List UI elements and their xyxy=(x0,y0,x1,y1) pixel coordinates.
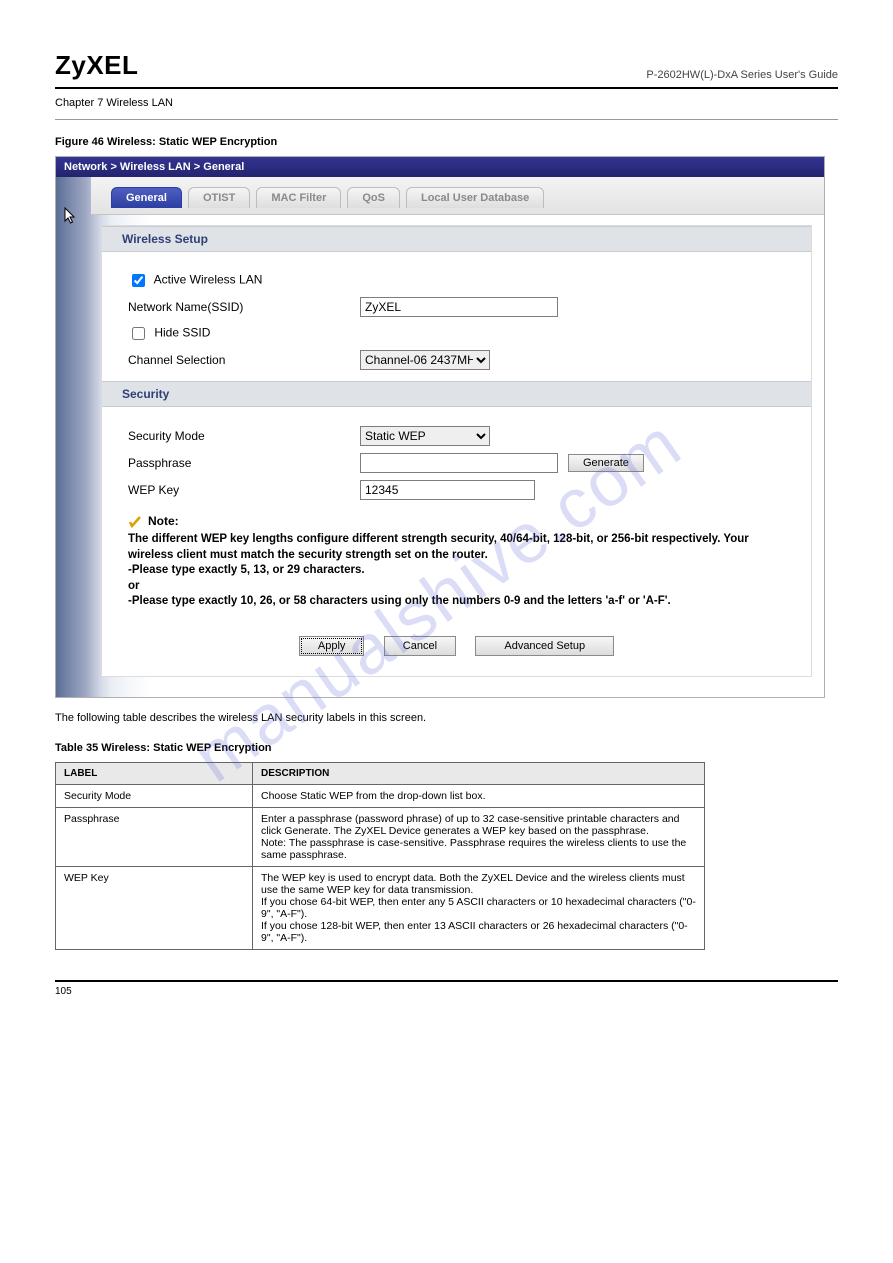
advanced-setup-button[interactable]: Advanced Setup xyxy=(475,636,614,656)
hide-ssid-checkbox[interactable] xyxy=(132,327,145,340)
breadcrumb-bar: Network > Wireless LAN > General xyxy=(56,157,824,177)
breadcrumb-text: Network > Wireless LAN > General xyxy=(64,161,244,173)
note-body-3: -Please type exactly 10, 26, or 58 chara… xyxy=(128,594,785,610)
active-wlan-label: Active Wireless LAN xyxy=(154,273,263,287)
table-row: Security Mode Choose Static WEP from the… xyxy=(56,784,705,807)
note-label: Note: xyxy=(148,514,179,528)
cell-label: WEP Key xyxy=(56,866,253,949)
tab-bar: General OTIST MAC Filter QoS Local User … xyxy=(91,177,824,215)
apply-button[interactable]: Apply xyxy=(299,636,365,656)
tab-local-user-db[interactable]: Local User Database xyxy=(406,187,544,208)
security-mode-label: Security Mode xyxy=(128,429,360,443)
cell-label: Passphrase xyxy=(56,807,253,866)
security-mode-select[interactable]: Static WEP xyxy=(360,426,490,446)
section-security: Security xyxy=(102,381,811,407)
channel-select[interactable]: Channel-06 2437MHz xyxy=(360,350,490,370)
tab-qos[interactable]: QoS xyxy=(347,187,400,208)
table-row: WEP Key The WEP key is used to encrypt d… xyxy=(56,866,705,949)
cell-desc: The WEP key is used to encrypt data. Bot… xyxy=(253,866,705,949)
wep-key-input[interactable] xyxy=(360,480,535,500)
th-label: LABEL xyxy=(56,762,253,784)
logo: ZyXEL xyxy=(55,50,138,81)
generate-button[interactable]: Generate xyxy=(568,454,644,472)
page-number: 105 xyxy=(55,986,72,997)
note-body-1: The different WEP key lengths configure … xyxy=(128,532,785,563)
cursor-icon xyxy=(64,207,78,228)
router-ui-panel: Network > Wireless LAN > General General… xyxy=(55,156,825,698)
page-header: ZyXEL P-2602HW(L)-DxA Series User's Guid… xyxy=(55,50,838,89)
table-row: Passphrase Enter a passphrase (password … xyxy=(56,807,705,866)
tab-general[interactable]: General xyxy=(111,187,182,208)
note-or: or xyxy=(128,579,785,595)
tab-mac-filter[interactable]: MAC Filter xyxy=(256,187,341,208)
cell-desc: Enter a passphrase (password phrase) of … xyxy=(253,807,705,866)
ssid-input[interactable] xyxy=(360,297,558,317)
cell-label: Security Mode xyxy=(56,784,253,807)
button-row: Apply Cancel Advanced Setup xyxy=(128,636,785,656)
tab-otist[interactable]: OTIST xyxy=(188,187,250,208)
wep-key-label: WEP Key xyxy=(128,483,360,497)
note-icon xyxy=(128,514,142,528)
page-footer: 105 xyxy=(55,980,838,997)
note-body-2: -Please type exactly 5, 13, or 29 charac… xyxy=(128,563,785,579)
cell-desc: Choose Static WEP from the drop-down lis… xyxy=(253,784,705,807)
header-right: P-2602HW(L)-DxA Series User's Guide xyxy=(646,69,838,81)
figure-caption: Figure 46 Wireless: Static WEP Encryptio… xyxy=(55,136,838,148)
spec-table: LABEL DESCRIPTION Security Mode Choose S… xyxy=(55,762,705,950)
passphrase-input[interactable] xyxy=(360,453,558,473)
table-caption: Table 35 Wireless: Static WEP Encryption xyxy=(55,742,838,754)
passphrase-label: Passphrase xyxy=(128,456,360,470)
section-wireless-setup: Wireless Setup xyxy=(102,226,811,252)
cancel-button[interactable]: Cancel xyxy=(384,636,456,656)
table-intro-sentence: The following table describes the wirele… xyxy=(55,712,838,724)
chapter-subheader: Chapter 7 Wireless LAN xyxy=(55,89,838,120)
active-wlan-checkbox[interactable] xyxy=(132,274,145,287)
channel-label: Channel Selection xyxy=(128,353,360,367)
hide-ssid-label: Hide SSID xyxy=(154,326,210,340)
left-gutter xyxy=(56,177,101,697)
th-description: DESCRIPTION xyxy=(253,762,705,784)
settings-panel: Wireless Setup Active Wireless LAN Netwo… xyxy=(101,225,812,677)
ssid-label: Network Name(SSID) xyxy=(128,300,360,314)
